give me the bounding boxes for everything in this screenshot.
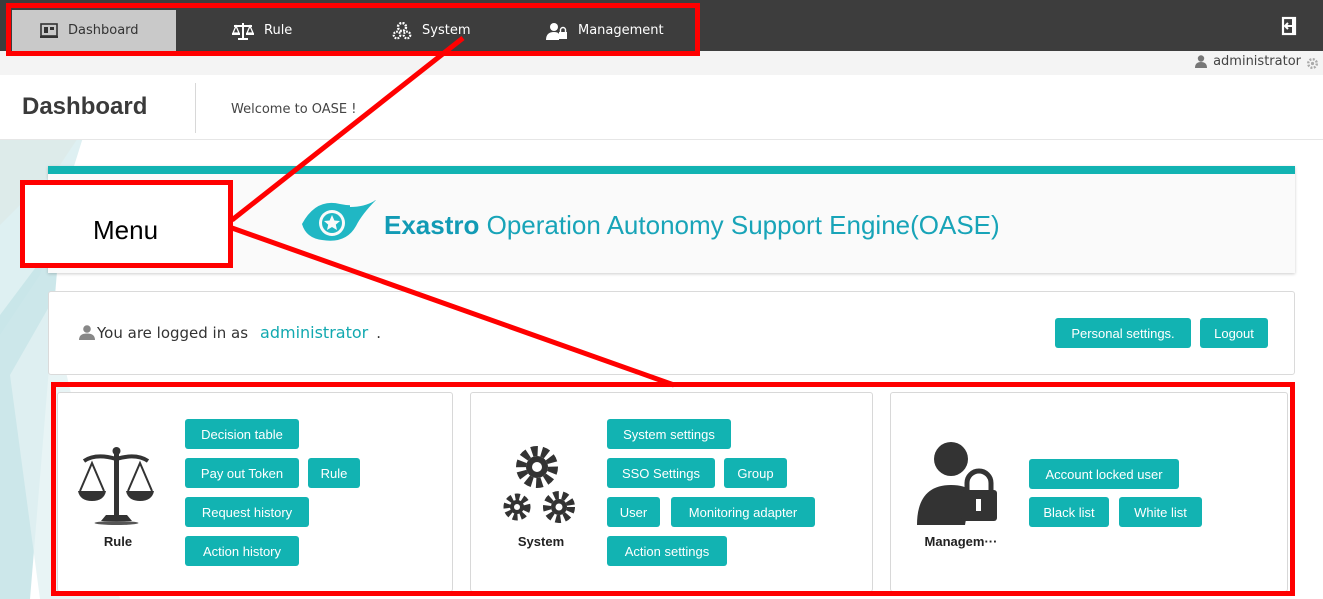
annotation-menu-label: Menu bbox=[93, 215, 159, 245]
logout-button[interactable]: Logout bbox=[1200, 318, 1268, 348]
login-username[interactable]: administrator bbox=[260, 323, 368, 342]
welcome-message: Welcome to OASE ! bbox=[231, 102, 357, 117]
login-status: You are logged in as administrator . bbox=[79, 323, 381, 342]
hero-subtitle: Operation Autonomy Support Engine(OASE) bbox=[479, 210, 1000, 240]
page-header: Dashboard Welcome to OASE ! bbox=[0, 75, 1323, 140]
user-icon bbox=[79, 325, 95, 340]
user-menu[interactable]: administrator bbox=[1195, 54, 1301, 69]
header-divider bbox=[195, 83, 196, 133]
hero-banner: Exastro Operation Autonomy Support Engin… bbox=[48, 166, 1295, 273]
login-suffix: . bbox=[376, 323, 382, 342]
login-info-card: You are logged in as administrator . Per… bbox=[48, 291, 1295, 375]
login-prefix: You are logged in as bbox=[97, 323, 249, 342]
exit-icon[interactable] bbox=[1280, 16, 1302, 38]
hero-brand: Exastro bbox=[384, 210, 480, 240]
user-icon bbox=[1195, 55, 1208, 68]
page-title: Dashboard bbox=[22, 93, 148, 120]
hero-title: Exastro Operation Autonomy Support Engin… bbox=[384, 210, 1000, 241]
annotation-menu-callout: Menu bbox=[20, 180, 233, 268]
personal-settings-button[interactable]: Personal settings. bbox=[1055, 318, 1191, 348]
exastro-logo-icon bbox=[302, 199, 376, 241]
annotation-panels-highlight bbox=[51, 382, 1295, 596]
gear-icon[interactable] bbox=[1306, 55, 1319, 74]
user-name: administrator bbox=[1213, 54, 1301, 69]
annotation-nav-highlight bbox=[6, 3, 700, 56]
